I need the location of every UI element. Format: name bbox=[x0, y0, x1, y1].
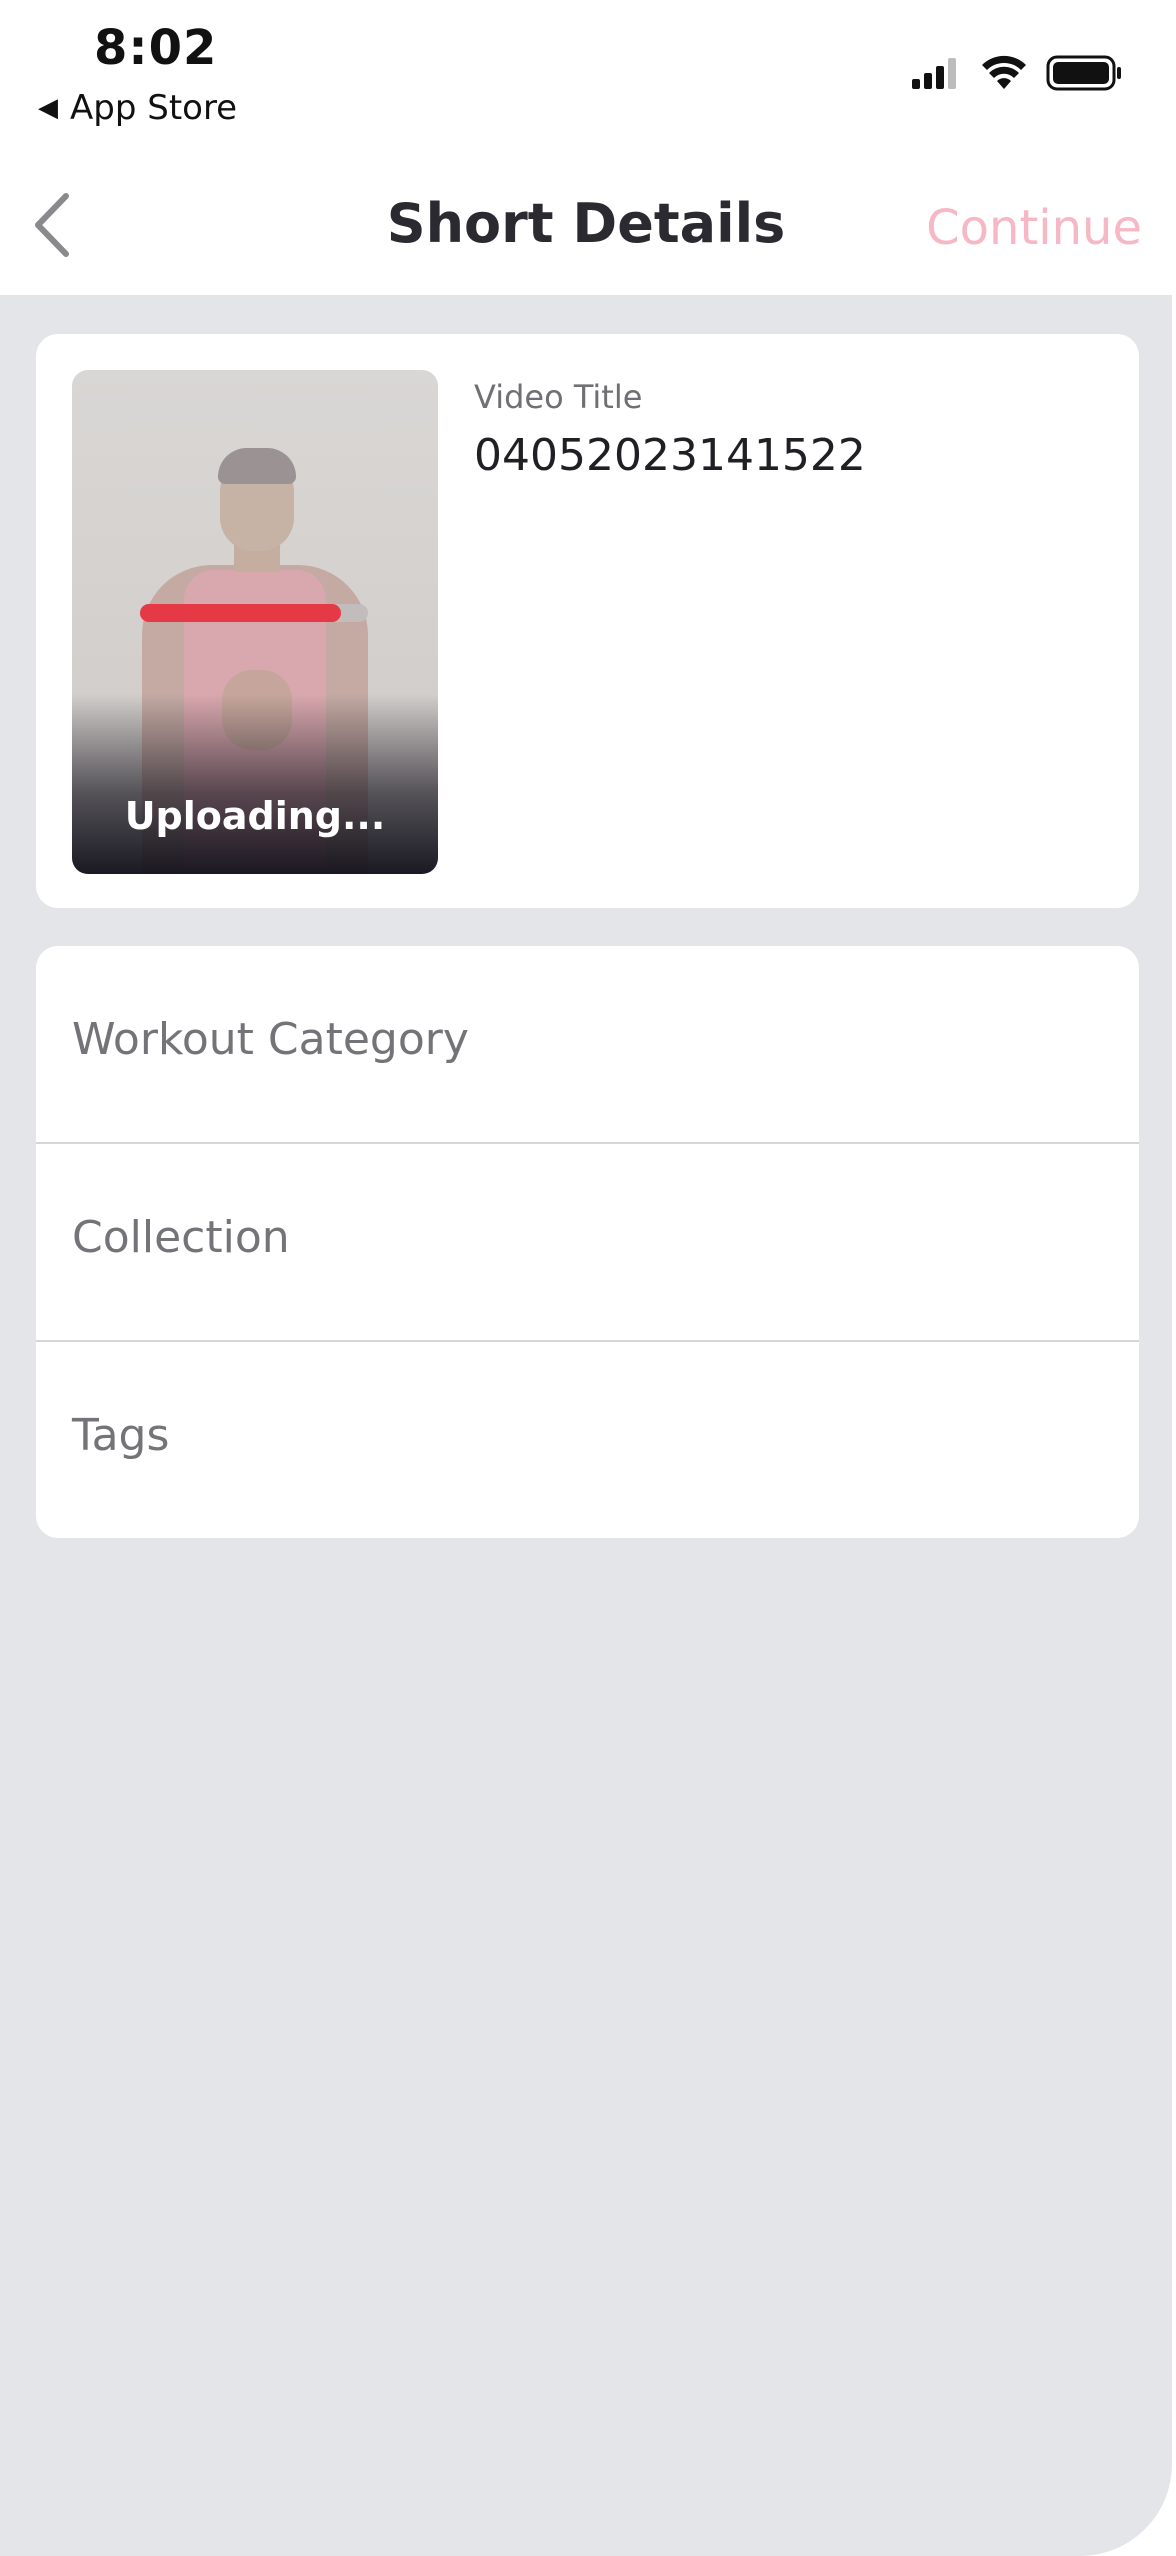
thumbnail-figure-hair bbox=[218, 448, 296, 484]
back-triangle-icon: ◀ bbox=[38, 93, 58, 123]
status-icons bbox=[910, 54, 1124, 92]
tags-row[interactable]: Tags bbox=[36, 1342, 1139, 1538]
tags-label: Tags bbox=[72, 1410, 170, 1461]
options-card: Workout Category Collection Tags bbox=[36, 946, 1139, 1538]
video-title-label: Video Title bbox=[474, 378, 643, 416]
wifi-icon bbox=[982, 55, 1026, 89]
upload-progress-fill bbox=[140, 604, 341, 622]
workout-category-row[interactable]: Workout Category bbox=[36, 946, 1139, 1142]
navigation-bar: Short Details Continue bbox=[0, 150, 1172, 295]
screen: 8:02 ◀ App Store Short Details Continue … bbox=[0, 0, 1172, 2556]
collection-label: Collection bbox=[72, 1212, 290, 1263]
thumbnail-fade-overlay bbox=[72, 694, 438, 874]
back-app-label: App Store bbox=[70, 88, 238, 128]
continue-button[interactable]: Continue bbox=[926, 200, 1142, 256]
video-details-card: Uploading... Video Title 04052023141522 bbox=[36, 334, 1139, 908]
upload-progress-bar bbox=[140, 604, 368, 622]
cellular-signal-icon bbox=[912, 58, 956, 89]
upload-status-label: Uploading... bbox=[124, 794, 386, 838]
battery-icon bbox=[1046, 55, 1121, 91]
workout-category-label: Workout Category bbox=[72, 1014, 469, 1065]
status-time: 8:02 bbox=[94, 20, 218, 76]
collection-row[interactable]: Collection bbox=[36, 1144, 1139, 1340]
video-title-value[interactable]: 04052023141522 bbox=[474, 430, 866, 481]
back-to-app-store-link[interactable]: ◀ App Store bbox=[38, 88, 237, 128]
video-thumbnail[interactable]: Uploading... bbox=[72, 370, 438, 874]
status-bar: 8:02 ◀ App Store bbox=[0, 0, 1172, 150]
